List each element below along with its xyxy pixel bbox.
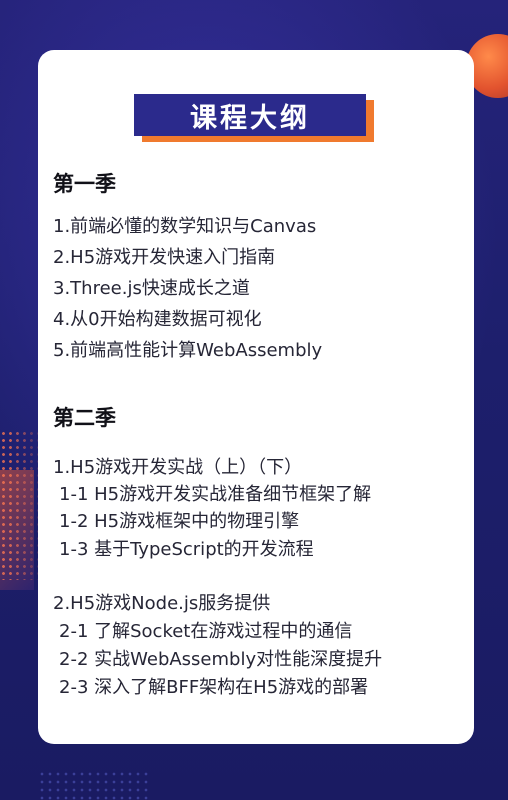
season-1-item: 2.H5游戏开发快速入门指南 [53, 247, 276, 268]
page-title: 课程大纲 [134, 94, 366, 136]
season-2-group-1-item: 1-2 H5游戏框架中的物理引擎 [59, 511, 300, 532]
season-2-group-1-item: 1-3 基于TypeScript的开发流程 [59, 539, 314, 560]
outline-card: 课程大纲 第一季 1.前端必懂的数学知识与Canvas 2.H5游戏开发快速入门… [38, 50, 474, 744]
season-1-item: 1.前端必懂的数学知识与Canvas [53, 216, 317, 237]
season-2-group-2-title: 2.H5游戏Node.js服务提供 [53, 593, 271, 614]
season-2-group-1-title: 1.H5游戏开发实战（上）（下） [53, 457, 303, 478]
season-1-item: 5.前端高性能计算WebAssembly [53, 340, 323, 361]
season-2-group-2-item: 2-2 实战WebAssembly对性能深度提升 [59, 649, 383, 670]
season-1-heading: 第一季 [53, 172, 116, 196]
season-1-item: 4.从0开始构建数据可视化 [53, 309, 262, 330]
season-2-heading: 第二季 [53, 406, 116, 430]
season-1-item: 3.Three.js快速成长之道 [53, 278, 250, 299]
season-2-group-1-item: 1-1 H5游戏开发实战准备细节框架了解 [59, 484, 372, 505]
season-2-group-2-item: 2-3 深入了解BFF架构在H5游戏的部署 [59, 677, 369, 698]
title-banner: 课程大纲 [134, 94, 374, 142]
season-2-group-2-item: 2-1 了解Socket在游戏过程中的通信 [59, 621, 353, 642]
decorative-dot-grid-bottom [38, 770, 148, 800]
